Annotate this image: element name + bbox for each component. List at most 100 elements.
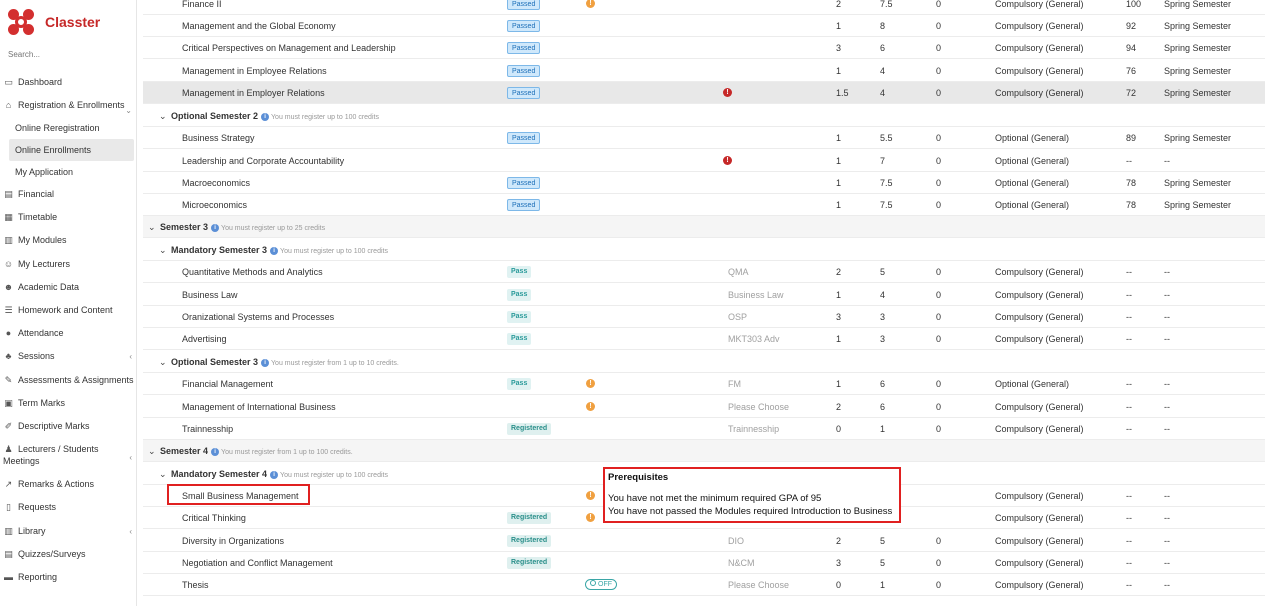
status-badge-cell: Passed xyxy=(507,15,541,37)
period-value: Spring Semester xyxy=(1164,0,1232,9)
chevron-down-icon[interactable]: ⌄ xyxy=(159,463,171,485)
module-name[interactable]: Financial Management xyxy=(182,373,273,395)
module-name[interactable]: Quantitative Methods and Analytics xyxy=(182,261,323,283)
table-row[interactable]: Microeconomics Passed 1 7.5 0 Optional (Gener… xyxy=(143,194,1265,216)
module-code[interactable]: Please Choose xyxy=(728,396,789,418)
error-icon[interactable]: ! xyxy=(723,156,732,166)
module-name[interactable]: Trainnesship xyxy=(182,418,233,440)
sidebar-item-requests[interactable]: ▯ Requests xyxy=(0,496,137,518)
table-row[interactable]: Management in Employee Relations Passed 1 4… xyxy=(143,60,1265,82)
module-code[interactable]: Trainnesship xyxy=(728,418,779,440)
sidebar-item-online-reregistration[interactable]: Online Reregistration xyxy=(0,117,137,139)
group-header-semester-3[interactable]: ⌄ Semester 3 i You must register up to 25 c… xyxy=(143,216,1265,238)
group-header-mandatory-semester-3[interactable]: ⌄ Mandatory Semester 3 i You must register … xyxy=(143,239,1265,261)
error-icon[interactable]: ! xyxy=(723,88,732,98)
sidebar-item-descriptive-marks[interactable]: ✐ Descriptive Marks xyxy=(0,415,137,437)
table-row[interactable]: Finance II Passed! 2 7.5 0 Compulsory (Genera… xyxy=(143,0,1265,15)
table-row[interactable]: Trainnesship Registered Trainnesship 0 1 0 Com… xyxy=(143,418,1265,440)
table-row[interactable]: Macroeconomics Passed 1 7.5 0 Optional (Gener… xyxy=(143,172,1265,194)
module-type: Compulsory (General) xyxy=(995,312,1084,322)
sidebar-search-input[interactable] xyxy=(8,50,128,59)
sidebar-item-timetable[interactable]: ▦ Timetable xyxy=(0,206,137,228)
table-row[interactable]: Business Law Pass Business Law 1 4 0 Compulsor… xyxy=(143,284,1265,306)
sidebar-item-my-application[interactable]: My Application xyxy=(0,161,137,183)
module-name[interactable]: Management and the Global Economy xyxy=(182,15,336,37)
hours-value: 0 xyxy=(936,200,942,210)
group-header-semester-4[interactable]: ⌄ Semester 4 i You must register from 1 up … xyxy=(143,440,1265,462)
table-row[interactable]: Oranizational Systems and Processes Pass O… xyxy=(143,306,1265,328)
module-name[interactable]: Leadership and Corporate Accountability xyxy=(182,150,344,172)
warning-icon[interactable]: ! xyxy=(586,379,595,389)
table-row[interactable]: Leadership and Corporate Accountability!… xyxy=(143,150,1265,172)
sidebar-item-meetings[interactable]: ♟ Lecturers / Students Meetings ‹ xyxy=(0,442,137,470)
sidebar-item-library[interactable]: ▥ Library ‹ xyxy=(0,520,137,542)
table-row[interactable]: Critical Perspectives on Management and … xyxy=(143,37,1265,59)
sidebar-item-term-marks[interactable]: ▣ Term Marks xyxy=(0,392,137,414)
sidebar-item-homework[interactable]: ☰ Homework and Content xyxy=(0,299,137,321)
sidebar-item-my-lecturers[interactable]: ☺ My Lecturers xyxy=(0,253,137,275)
module-code[interactable]: Business Law xyxy=(728,284,784,306)
table-row[interactable]: Financial Management Pass! FM 1 6 0 Optional (… xyxy=(143,373,1265,395)
table-row[interactable]: Thesis OFF Please Choose 0 1 0 Compulsory (Gen… xyxy=(143,574,1265,596)
sidebar-item-registration[interactable]: ⌂ Registration & Enrollments ⌄ xyxy=(0,94,137,116)
module-name[interactable]: Management in Employer Relations xyxy=(182,82,325,104)
module-code[interactable]: FM xyxy=(728,373,741,395)
chevron-down-icon[interactable]: ⌄ xyxy=(148,216,160,238)
warning-icon[interactable]: ! xyxy=(586,0,595,9)
module-name[interactable]: Business Law xyxy=(182,284,238,306)
module-code[interactable]: DIO xyxy=(728,530,744,552)
table-row[interactable]: Business Strategy Passed 1 5.5 0 Optional (Ge… xyxy=(143,127,1265,149)
sidebar-item-sessions[interactable]: ♣ Sessions ‹ xyxy=(0,345,137,367)
group-header-optional-semester-3[interactable]: ⌄ Optional Semester 3 i You must register f… xyxy=(143,351,1265,373)
warning-icon[interactable]: ! xyxy=(586,402,595,412)
module-name[interactable]: Advertising xyxy=(182,328,227,350)
info-icon: i xyxy=(211,224,220,232)
group-header-optional-semester-2[interactable]: ⌄ Optional Semester 2 i You must register u… xyxy=(143,105,1265,127)
module-code[interactable]: MKT303 Adv xyxy=(728,328,780,350)
module-name[interactable]: Microeconomics xyxy=(182,194,247,216)
sidebar-item-reporting[interactable]: ▬ Reporting xyxy=(0,566,137,588)
chevron-down-icon[interactable]: ⌄ xyxy=(159,239,171,261)
brand[interactable]: Classter xyxy=(8,8,100,36)
tooltip-title: Prerequisites xyxy=(608,472,669,483)
module-name[interactable]: Critical Thinking xyxy=(182,507,246,529)
module-code[interactable]: Please Choose xyxy=(728,574,789,596)
module-name[interactable]: Macroeconomics xyxy=(182,172,250,194)
sidebar-item-assessments[interactable]: ✎ Assessments & Assignments xyxy=(0,369,137,391)
sidebar-item-my-modules[interactable]: ▥ My Modules xyxy=(0,229,137,251)
module-name[interactable]: Oranizational Systems and Processes xyxy=(182,306,334,328)
module-name[interactable]: Diversity in Organizations xyxy=(182,530,284,552)
sidebar-item-dashboard[interactable]: ▭ Dashboard xyxy=(0,71,137,93)
table-row[interactable]: Management and the Global Economy Passed 1… xyxy=(143,15,1265,37)
module-name[interactable]: Critical Perspectives on Management and … xyxy=(182,37,396,59)
table-row[interactable]: Quantitative Methods and Analytics Pass QM… xyxy=(143,261,1265,283)
grade-value: -- xyxy=(1126,156,1132,166)
chevron-down-icon[interactable]: ⌄ xyxy=(159,351,171,373)
table-row[interactable]: Management of International Business! Ple… xyxy=(143,396,1265,418)
table-row[interactable]: Advertising Pass MKT303 Adv 1 3 0 Compulsory (… xyxy=(143,328,1265,350)
sidebar-item-academic-data[interactable]: ☻ Academic Data xyxy=(0,276,137,298)
table-row[interactable]: Negotiation and Conflict Management Regis… xyxy=(143,552,1265,574)
sidebar-item-financial[interactable]: ▤ Financial xyxy=(0,183,137,205)
warning-icon[interactable]: ! xyxy=(586,513,595,523)
chevron-down-icon[interactable]: ⌄ xyxy=(159,105,171,127)
module-code[interactable]: QMA xyxy=(728,261,749,283)
sidebar-item-quizzes[interactable]: ▤ Quizzes/Surveys xyxy=(0,543,137,565)
module-code[interactable]: OSP xyxy=(728,306,747,328)
module-name[interactable]: Management in Employee Relations xyxy=(182,60,327,82)
module-code[interactable]: N&CM xyxy=(728,552,755,574)
sidebar-item-online-enrollments[interactable]: Online Enrollments xyxy=(9,139,134,161)
module-name[interactable]: Business Strategy xyxy=(182,127,255,149)
table-row[interactable]: Management in Employer Relations Passed! 1… xyxy=(143,82,1265,104)
sidebar-item-attendance[interactable]: ● Attendance xyxy=(0,322,137,344)
sidebar-item-remarks[interactable]: ↗ Remarks & Actions xyxy=(0,473,137,495)
credits-value: 5.5 xyxy=(880,133,893,143)
module-name[interactable]: Negotiation and Conflict Management xyxy=(182,552,333,574)
chevron-down-icon[interactable]: ⌄ xyxy=(148,440,160,462)
module-name[interactable]: Thesis xyxy=(182,574,209,596)
warning-icon[interactable]: ! xyxy=(586,491,595,501)
module-name[interactable]: Finance II xyxy=(182,0,222,15)
register-toggle[interactable]: OFF xyxy=(585,579,617,591)
module-name[interactable]: Management of International Business xyxy=(182,396,336,418)
table-row[interactable]: Diversity in Organizations Registered DIO 2… xyxy=(143,530,1265,552)
